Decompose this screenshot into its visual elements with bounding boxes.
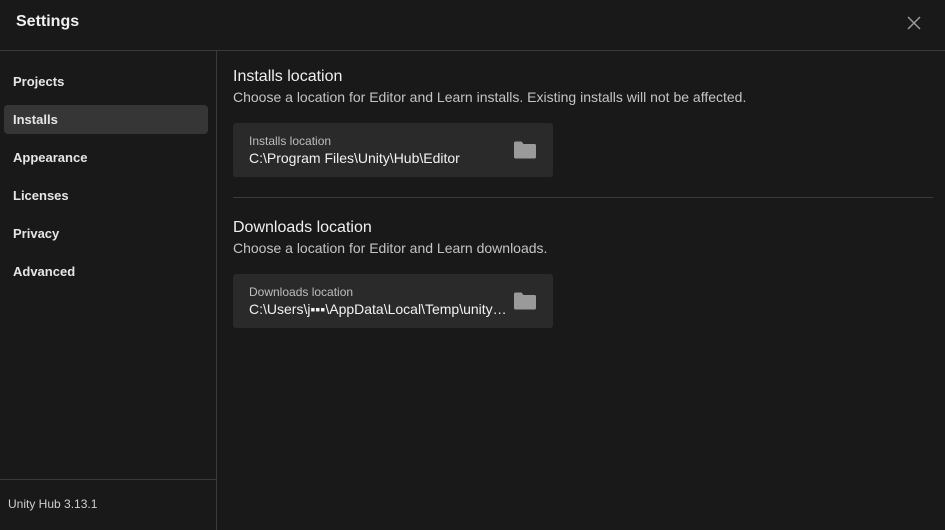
sidebar-item-projects[interactable]: Projects [4,67,208,96]
installs-location-value: C:\Program Files\Unity\Hub\Editor [249,150,460,166]
sidebar-item-licenses[interactable]: Licenses [4,181,208,210]
downloads-location-field[interactable]: Downloads location C:\Users\j▪▪▪\AppData… [233,274,553,328]
folder-icon[interactable] [513,140,537,160]
installs-location-label: Installs location [249,134,332,148]
installs-section-title: Installs location [233,68,343,85]
title-bar: Settings [0,0,945,51]
window-title: Settings [16,13,80,30]
close-button[interactable] [904,13,924,33]
sidebar-footer: Unity Hub 3.13.1 [0,479,216,530]
sidebar-item-advanced[interactable]: Advanced [4,257,208,286]
close-icon [907,16,921,30]
downloads-section-description: Choose a location for Editor and Learn d… [233,240,548,256]
downloads-section-title: Downloads location [233,219,372,236]
folder-icon[interactable] [513,291,537,311]
sidebar-item-installs[interactable]: Installs [4,105,208,134]
downloads-location-label: Downloads location [249,285,354,299]
installs-location-field[interactable]: Installs location C:\Program Files\Unity… [233,123,553,177]
section-divider [233,197,933,198]
settings-window: Settings Projects Installs Appearance Li… [0,0,945,530]
downloads-location-value: C:\Users\j▪▪▪\AppData\Local\Temp\unityhu… [249,301,513,317]
sidebar-item-appearance[interactable]: Appearance [4,143,208,172]
installs-section-description: Choose a location for Editor and Learn i… [233,89,747,105]
sidebar-item-privacy[interactable]: Privacy [4,219,208,248]
version-label: Unity Hub 3.13.1 [8,497,98,511]
settings-sidebar: Projects Installs Appearance Licenses Pr… [0,51,217,530]
settings-content: Installs location Choose a location for … [217,51,945,530]
